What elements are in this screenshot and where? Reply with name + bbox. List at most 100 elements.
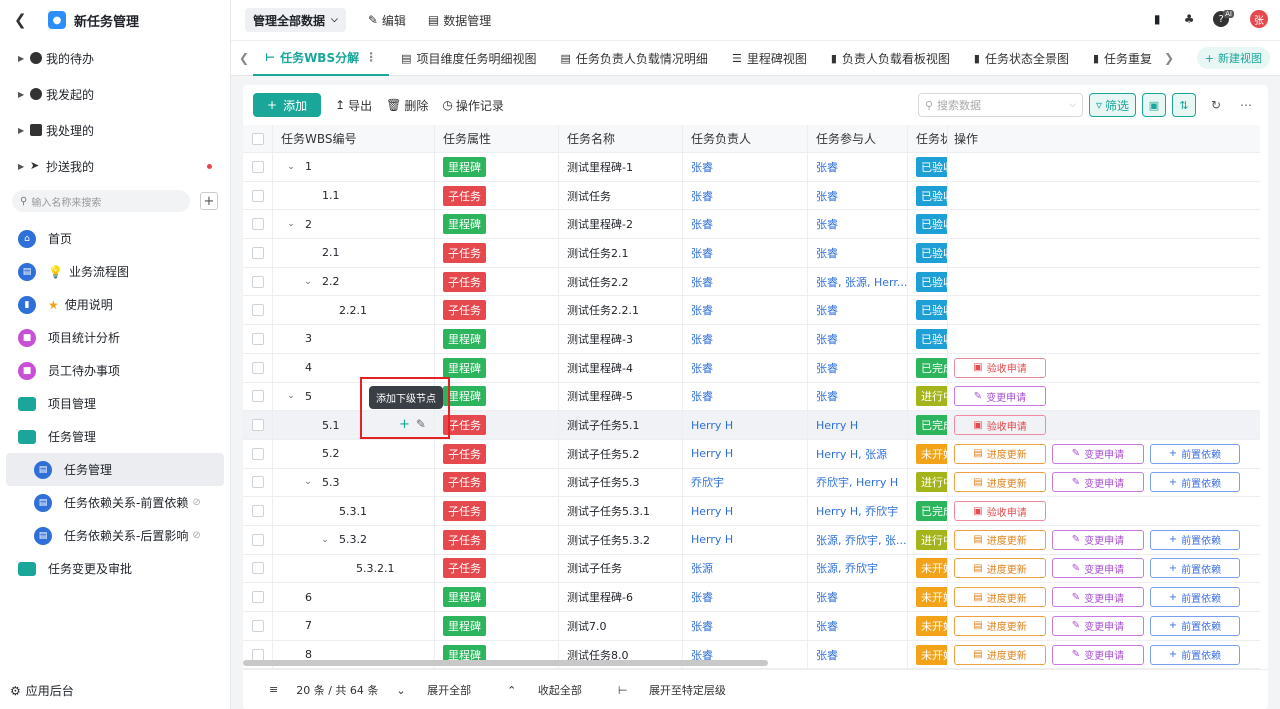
column-header-status[interactable]: 任务状 (908, 125, 948, 152)
edit-button[interactable]: ✎ 编辑 (368, 12, 406, 29)
add-item-button[interactable]: + (200, 192, 218, 210)
participant-link[interactable]: Herry H, 乔欣宇 (816, 503, 898, 519)
nav-item-employee-todo[interactable]: ■ 员工待办事项 (0, 354, 230, 387)
pre-dependency-button[interactable]: + 前置依赖 (1150, 644, 1240, 665)
owner-link[interactable]: 张睿 (691, 589, 713, 605)
nav-item-guide[interactable]: ▮ ★ 使用说明 (0, 288, 230, 321)
nav-item-flowchart[interactable]: ▤ 💡 业务流程图 (0, 255, 230, 288)
participant-link[interactable]: 张睿 (816, 647, 838, 663)
tab-owner-load[interactable]: ▤ 任务负责人负载情况明细 (549, 40, 720, 76)
progress-update-button[interactable]: ▤ 进度更新 (954, 558, 1046, 579)
change-request-button[interactable]: ✎ 变更申请 (1052, 558, 1144, 579)
change-request-button[interactable]: ✎ 变更申请 (1052, 615, 1144, 636)
expand-chevron-icon[interactable]: ⌄ (300, 477, 316, 487)
more-vertical-icon[interactable]: ⋮ (365, 50, 377, 64)
tab-milestone[interactable]: ☰ 里程碑视图 (720, 40, 819, 76)
progress-update-button[interactable]: ▤ 进度更新 (954, 529, 1046, 550)
sidebar-toggle-icon[interactable]: ▮ (1149, 11, 1165, 27)
expand-chevron-icon[interactable]: ⌄ (283, 162, 299, 172)
data-search-input[interactable]: ⚲ 搜索数据 ⌵ (917, 93, 1083, 117)
nav-item-task-folder[interactable]: 任务管理 (0, 420, 230, 453)
nav-item-dep-post[interactable]: ▤ 任务依赖关系-后置影响 ⊘ (0, 519, 230, 552)
select-all-checkbox[interactable] (251, 132, 264, 145)
owner-link[interactable]: 张睿 (691, 188, 713, 204)
group-view-button[interactable]: ▣ (1142, 93, 1166, 117)
row-checkbox[interactable] (251, 419, 264, 432)
owner-link[interactable]: 张睿 (691, 388, 713, 404)
change-request-button[interactable]: ✎ 变更申请 (954, 386, 1046, 407)
participant-link[interactable]: 张睿 (816, 618, 838, 634)
owner-link[interactable]: 张睿 (691, 159, 713, 175)
app-backend-link[interactable]: ⚙ 应用后台 (10, 682, 74, 699)
participant-link[interactable]: 张睿 (816, 302, 838, 318)
column-header-attr[interactable]: 任务属性 (435, 125, 559, 152)
owner-link[interactable]: Herry H (691, 505, 733, 518)
owner-link[interactable]: 张睿 (691, 274, 713, 290)
row-checkbox[interactable] (251, 619, 264, 632)
export-button[interactable]: ↥ 导出 (335, 97, 372, 114)
row-checkbox[interactable] (251, 361, 264, 374)
row-checkbox[interactable] (251, 505, 264, 518)
participant-link[interactable]: Herry H (816, 419, 858, 432)
accept-request-button[interactable]: ▣ 验收申请 (954, 415, 1046, 436)
pre-dependency-button[interactable]: + 前置依赖 (1150, 529, 1240, 550)
owner-link[interactable]: 张睿 (691, 245, 713, 261)
add-child-node-icon[interactable]: + (399, 417, 410, 432)
pre-dependency-button[interactable]: + 前置依赖 (1150, 443, 1240, 464)
owner-link[interactable]: 张睿 (691, 302, 713, 318)
owner-link[interactable]: Herry H (691, 419, 733, 432)
pre-dependency-button[interactable]: + 前置依赖 (1150, 558, 1240, 579)
tab-wbs[interactable]: ⊢ 任务WBS分解 ⋮ (253, 40, 390, 76)
change-request-button[interactable]: ✎ 变更申请 (1052, 529, 1144, 550)
sidebar-group-todo[interactable]: ▶ 我的待办 (0, 40, 230, 76)
tab-status-panorama[interactable]: ▮ 任务状态全景图 (962, 40, 1081, 76)
table-row[interactable]: 5.3.1 子任务 测试子任务5.3.1 Herry H Herry H, 乔欣… (243, 497, 1260, 526)
participant-link[interactable]: 张睿 (816, 589, 838, 605)
nav-item-change-folder[interactable]: 任务变更及审批 (0, 552, 230, 585)
owner-link[interactable]: 张睿 (691, 331, 713, 347)
edit-pencil-icon[interactable]: ✎ (416, 417, 426, 432)
sidebar-group-cc[interactable]: ▶ ➤ 抄送我的 (0, 148, 230, 184)
change-request-button[interactable]: ✎ 变更申请 (1052, 443, 1144, 464)
tab-project-detail[interactable]: ▤ 项目维度任务明细视图 (389, 40, 548, 76)
pre-dependency-button[interactable]: + 前置依赖 (1150, 587, 1240, 608)
progress-update-button[interactable]: ▤ 进度更新 (954, 587, 1046, 608)
participant-link[interactable]: 张睿 (816, 245, 838, 261)
tab-kanban[interactable]: ▮ 负责人负载看板视图 (819, 40, 962, 76)
table-row[interactable]: ⌄ 2.2 子任务 测试任务2.2 张睿 张睿, 张源, Herr... 已验收 (243, 267, 1260, 297)
sidebar-search-input[interactable]: ⚲ 输入名称来搜索 (12, 190, 190, 212)
back-arrow-icon[interactable]: ❮ (14, 11, 34, 29)
table-row[interactable]: 6 里程碑 测试里程碑-6 张睿 张睿 未开始 ▤进度更新 ✎变更申请 +前置依赖 (243, 583, 1260, 612)
participant-link[interactable]: 张睿, 张源, Herr... (816, 274, 907, 290)
table-row[interactable]: 1.1 子任务 测试任务 张睿 张睿 已验收 (243, 181, 1260, 211)
user-avatar[interactable]: 张 (1250, 10, 1268, 28)
delete-button[interactable]: 🗑 删除 (386, 97, 428, 114)
notification-bell-icon[interactable]: ♣ (1181, 11, 1197, 27)
column-header-owner[interactable]: 任务负责人 (683, 125, 808, 152)
row-checkbox[interactable] (251, 648, 264, 661)
sort-button[interactable]: ⇅ (1172, 93, 1196, 117)
refresh-button[interactable]: ↻ (1206, 93, 1226, 117)
data-manage-button[interactable]: ▤ 数据管理 (428, 12, 491, 29)
row-checkbox[interactable] (251, 275, 264, 288)
table-row[interactable]: 5.3.2.1 子任务 测试子任务 张源 张源, 乔欣宇 未开始 ▤进度更新 ✎变… (243, 554, 1260, 584)
progress-update-button[interactable]: ▤ 进度更新 (954, 443, 1046, 464)
progress-update-button[interactable]: ▤ 进度更新 (954, 615, 1046, 636)
expand-chevron-icon[interactable]: ⌄ (283, 391, 299, 401)
participant-link[interactable]: 张睿 (816, 216, 838, 232)
table-row[interactable]: 7 里程碑 测试7.0 张睿 张睿 未开始 ▤进度更新 ✎变更申请 +前置依赖 (243, 612, 1260, 641)
row-checkbox[interactable] (251, 533, 264, 546)
participant-link[interactable]: 乔欣宇, Herry H (816, 474, 898, 490)
participant-link[interactable]: 张睿 (816, 331, 838, 347)
row-checkbox[interactable] (251, 332, 264, 345)
column-header-wbs[interactable]: 任务WBS编号 (273, 125, 435, 152)
table-row[interactable]: 2.2.1 子任务 测试任务2.2.1 张睿 张睿 已验收 (243, 296, 1260, 326)
owner-link[interactable]: 张睿 (691, 618, 713, 634)
row-checkbox[interactable] (251, 562, 264, 575)
participant-link[interactable]: Herry H, 张源 (816, 446, 887, 462)
row-checkbox[interactable] (251, 160, 264, 173)
participant-link[interactable]: 张源, 乔欣宇, 张... (816, 532, 906, 548)
expand-all-button[interactable]: ⌄ 展开全部 (396, 682, 489, 698)
owner-link[interactable]: 张源 (691, 560, 713, 576)
expand-chevron-icon[interactable]: ⌄ (283, 219, 299, 229)
